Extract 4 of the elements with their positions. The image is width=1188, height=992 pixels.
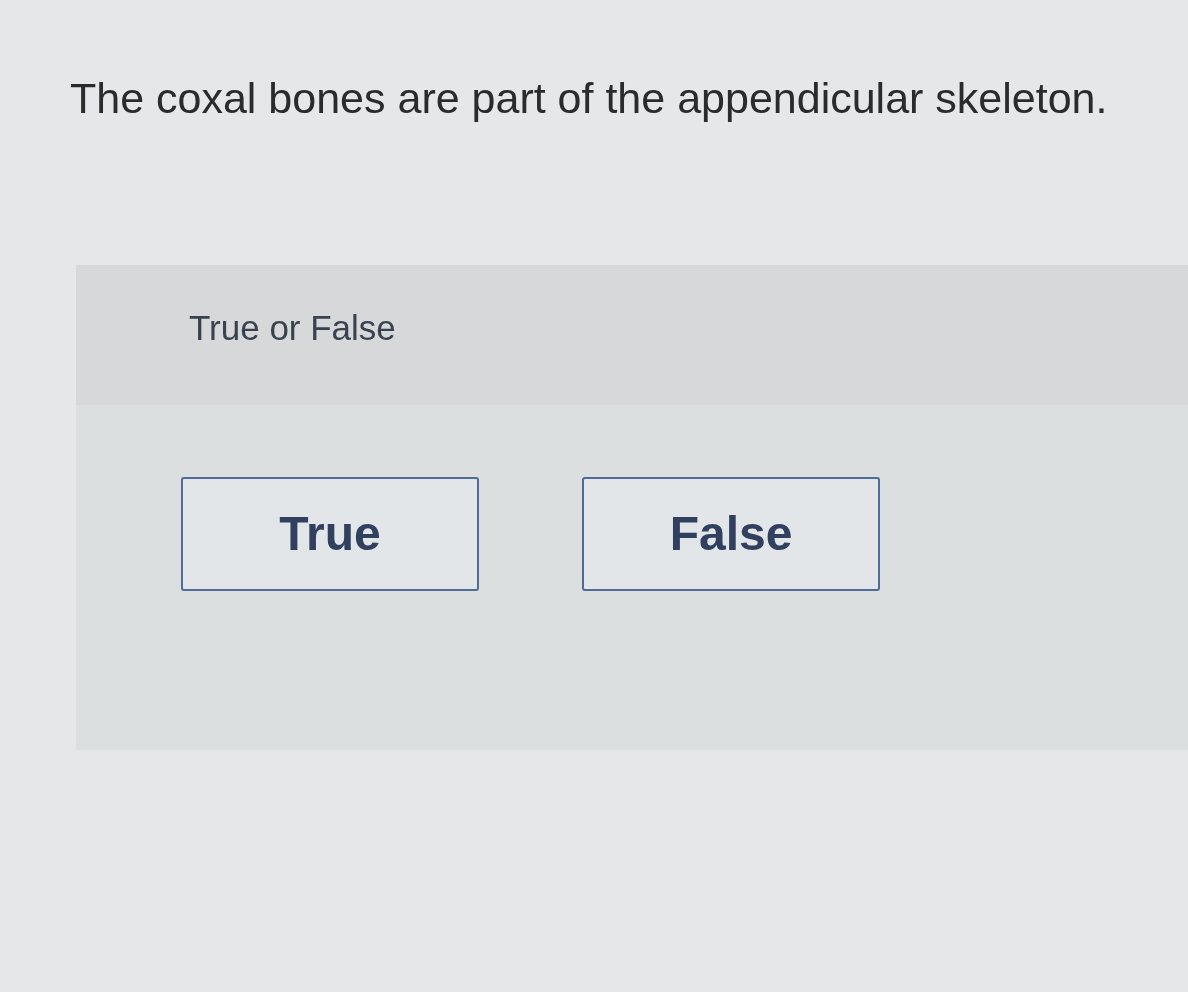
question-text: The coxal bones are part of the appendicular skeleton. (70, 73, 1108, 124)
answer-option-button[interactable]: False (582, 477, 880, 591)
answer-option-button[interactable]: True (181, 477, 479, 591)
prompt-text: True or False (189, 306, 396, 349)
